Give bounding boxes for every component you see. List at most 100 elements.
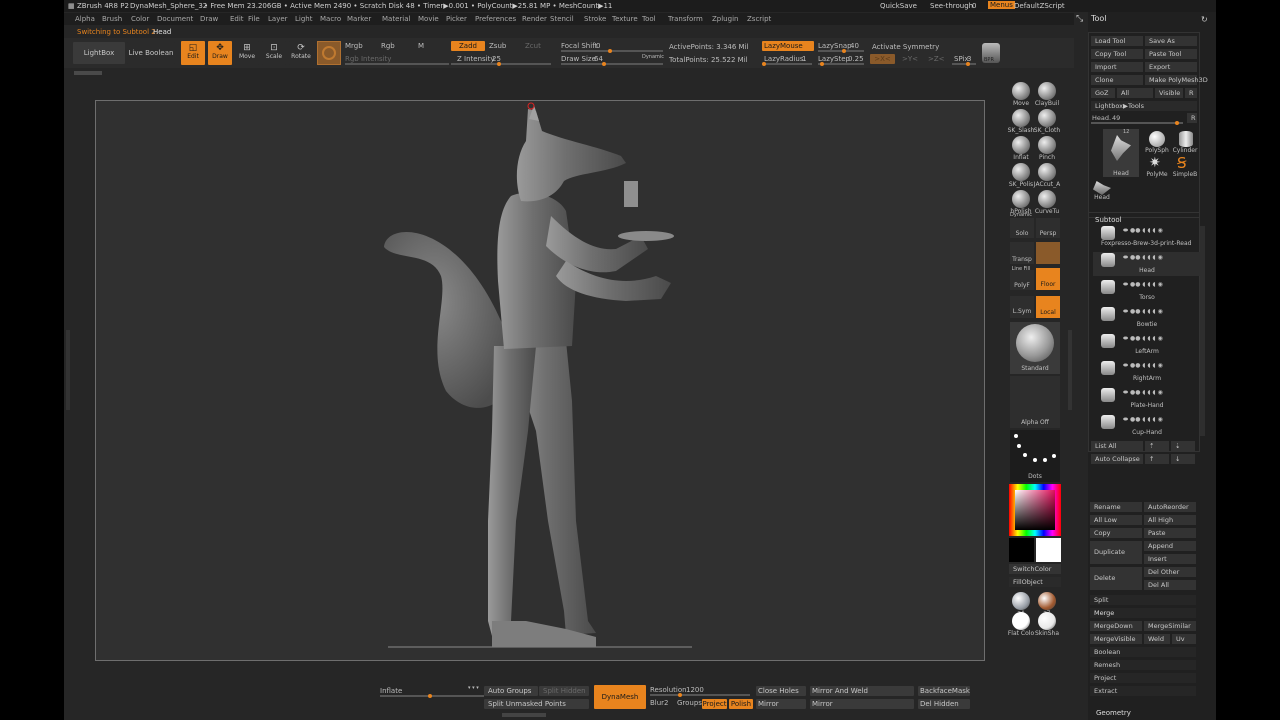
alpha-selector[interactable]: Alpha Off — [1010, 376, 1060, 428]
menu-macro[interactable]: Macro — [320, 15, 341, 23]
palette-pin-icon[interactable]: ⤡ — [1076, 14, 1083, 24]
x-symmetry-button[interactable]: >X< — [870, 54, 895, 64]
tool-palette-title[interactable]: Tool — [1091, 14, 1107, 23]
geometry-section[interactable]: Geometry — [1096, 709, 1131, 717]
subtool-controls-icon[interactable]: ⬬ ●● ◖ ◖ ◖ ◉ — [1123, 281, 1163, 289]
material-selector[interactable]: Standard — [1010, 322, 1060, 374]
brush-sk-slash[interactable] — [1012, 109, 1030, 127]
tool-export-button[interactable]: Export — [1145, 62, 1197, 72]
split-button[interactable]: Split — [1090, 595, 1196, 605]
local-button[interactable]: Local — [1036, 296, 1060, 318]
remesh-section-button[interactable]: Remesh — [1090, 660, 1196, 670]
merge-mergevisible-button[interactable]: MergeVisible — [1090, 634, 1142, 644]
bottom-scroll-handle[interactable] — [502, 713, 546, 717]
menu-movie[interactable]: Movie — [418, 15, 439, 23]
subtool-item[interactable]: ⬬ ●● ◖ ◖ ◖ ◉ Cup-Hand — [1093, 414, 1201, 438]
switchcolor-button[interactable]: SwitchColor — [1009, 564, 1061, 574]
cylinder-icon[interactable] — [1179, 131, 1193, 147]
subtool-scrollbar[interactable] — [1200, 226, 1205, 436]
subtool-item[interactable]: ⬬ ●● ◖ ◖ ◖ ◉ RightArm — [1093, 360, 1201, 384]
tool-all-button[interactable]: All — [1117, 88, 1153, 98]
boolean-section-button[interactable]: Boolean — [1090, 647, 1196, 657]
subtool-del-other-button[interactable]: Del Other — [1144, 567, 1196, 577]
mirror-button-2[interactable]: Mirror — [810, 699, 914, 709]
tool-r-button[interactable]: R — [1185, 88, 1197, 98]
zcut-button[interactable]: Zcut — [525, 42, 541, 50]
subtool-insert-button[interactable]: Insert — [1144, 554, 1196, 564]
subtool-delete-button[interactable]: Delete — [1090, 567, 1142, 590]
subtool-append-button[interactable]: Append — [1144, 541, 1196, 551]
brush-hpolish[interactable] — [1012, 190, 1030, 208]
rgb-intensity-slider[interactable]: Rgb Intensity — [345, 55, 391, 63]
lazyradius-slider[interactable] — [762, 62, 812, 66]
brush-inflat[interactable] — [1012, 136, 1030, 154]
inflate-mode-icons[interactable]: ▾ ▾ ▾ — [468, 685, 479, 691]
move-down-arrow-icon[interactable]: ⇣ — [1171, 441, 1195, 451]
mirror-button[interactable]: Mirror — [756, 699, 806, 709]
project-section-button[interactable]: Project — [1090, 673, 1196, 683]
split-hidden-button[interactable]: Split Hidden — [539, 686, 589, 696]
brush-claybuil[interactable] — [1038, 82, 1056, 100]
zsub-button[interactable]: Zsub — [489, 42, 506, 50]
subtool-item[interactable]: ⬬ ●● ◖ ◖ ◖ ◉ Foxpresso-Brew-3d-print-Read — [1093, 225, 1201, 249]
menu-tool[interactable]: Tool — [642, 15, 656, 23]
subtool-controls-icon[interactable]: ⬬ ●● ◖ ◖ ◖ ◉ — [1123, 389, 1163, 397]
rgb-button[interactable]: Rgb — [381, 42, 395, 50]
subtool-rename-button[interactable]: Rename — [1090, 502, 1142, 512]
floor-button[interactable]: Floor — [1036, 268, 1060, 290]
subtool-copy-button[interactable]: Copy — [1090, 528, 1142, 538]
menu-zscript[interactable]: Zscript — [747, 15, 771, 23]
lightbox-button[interactable]: LightBox — [73, 42, 125, 64]
focal-shift-slider[interactable] — [561, 49, 663, 53]
polish-toggle[interactable]: Polish — [729, 699, 753, 709]
menu-stencil[interactable]: Stencil — [550, 15, 574, 23]
resolution-slider[interactable] — [650, 693, 750, 697]
material-ball[interactable] — [1012, 612, 1030, 630]
z-intensity-slider[interactable] — [451, 62, 551, 66]
subtool-controls-icon[interactable]: ⬬ ●● ◖ ◖ ◖ ◉ — [1123, 416, 1163, 424]
subtool-all-low-button[interactable]: All Low — [1090, 515, 1142, 525]
menu-document[interactable]: Document — [157, 15, 193, 23]
live-boolean-button[interactable]: Live Boolean — [127, 42, 175, 64]
subtool-del-all-button[interactable]: Del All — [1144, 580, 1196, 590]
tool-make-polymesh3d-button[interactable]: Make PolyMesh3D — [1145, 75, 1208, 85]
material-ball[interactable] — [1012, 592, 1030, 610]
reset-icon[interactable]: ↻ — [1201, 15, 1208, 24]
lightbox-tools-button[interactable]: Lightbox▶Tools — [1091, 101, 1197, 111]
menu-texture[interactable]: Texture — [612, 15, 638, 23]
brush-move[interactable] — [1012, 82, 1030, 100]
lazysnap-slider[interactable] — [818, 49, 864, 53]
del-hidden-button[interactable]: Del Hidden — [918, 699, 970, 709]
move-button[interactable]: ⊞ Move — [235, 41, 259, 65]
polyf-button[interactable]: PolyF — [1010, 270, 1034, 290]
menu-light[interactable]: Light — [295, 15, 312, 23]
y-symmetry-button[interactable]: >Y< — [902, 55, 918, 63]
material-ball[interactable] — [1038, 612, 1056, 630]
tool-goz-button[interactable]: GoZ — [1091, 88, 1115, 98]
tool-paste-tool-button[interactable]: Paste Tool — [1145, 49, 1197, 59]
merge-uv-button[interactable]: Uv — [1172, 634, 1196, 644]
lazymouse-button[interactable]: LazyMouse — [762, 41, 814, 51]
auto-groups-button[interactable]: Auto Groups — [484, 686, 538, 696]
groups-label[interactable]: Groups — [677, 699, 702, 707]
stroke-selector[interactable]: Dots — [1010, 430, 1060, 482]
polymesh-star-icon[interactable]: ✷ — [1149, 155, 1165, 171]
close-holes-button[interactable]: Close Holes — [756, 686, 806, 696]
scale-button[interactable]: ⊡ Scale — [262, 41, 286, 65]
shelf-scroll-handle[interactable] — [74, 71, 102, 75]
quicksave-button[interactable]: QuickSave — [880, 2, 917, 10]
color-picker-field[interactable] — [1015, 490, 1055, 530]
mrgb-button[interactable]: Mrgb — [345, 42, 363, 50]
brush-sk-cloth[interactable] — [1038, 109, 1056, 127]
subtool-duplicate-button[interactable]: Duplicate — [1090, 541, 1142, 564]
menu-edit[interactable]: Edit — [230, 15, 244, 23]
move-up-icon[interactable]: ↑ — [1145, 454, 1169, 464]
menu-alpha[interactable]: Alpha — [75, 15, 95, 23]
subtool-controls-icon[interactable]: ⬬ ●● ◖ ◖ ◖ ◉ — [1123, 227, 1163, 235]
edit-button[interactable]: ◱ Edit — [181, 41, 205, 65]
project-toggle[interactable]: Project — [702, 699, 727, 709]
auto-collapse-button[interactable]: Auto Collapse — [1091, 454, 1143, 464]
menu-preferences[interactable]: Preferences — [475, 15, 516, 23]
persp-button[interactable]: Persp — [1036, 218, 1060, 238]
brush-color-swatch[interactable] — [317, 41, 341, 65]
